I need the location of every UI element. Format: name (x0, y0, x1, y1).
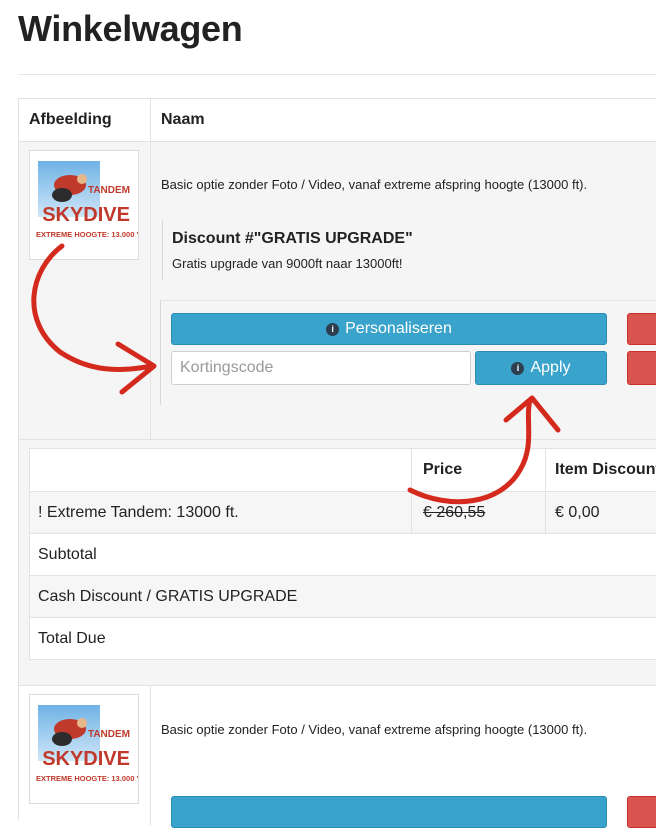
thumb-title: SKYDIVE (42, 748, 130, 770)
pricing-table: Price Item Discount ! Extreme Tandem: 13… (29, 448, 656, 660)
pricing-item-price: € 260,55 (423, 504, 486, 521)
subtotal-row: Subtotal (30, 534, 656, 576)
thumb-brand: TANDEM (88, 729, 130, 740)
pricing-section: Price Item Discount ! Extreme Tandem: 13… (19, 439, 656, 686)
discount-box: Discount #"GRATIS UPGRADE" Gratis upgrad… (162, 220, 656, 280)
cart-item-row: TANDEM SKYDIVE EXTREME HOOGTE: 13.000 ' … (19, 142, 656, 439)
cart-item-row: TANDEM SKYDIVE EXTREME HOOGTE: 13.000 ' … (19, 685, 656, 828)
info-icon: i (326, 322, 340, 336)
pricing-item-discount: € 0,00 (555, 504, 600, 521)
secondary-red-button[interactable] (627, 351, 656, 385)
thumb-brand: TANDEM (88, 185, 130, 196)
item-actions: i Personaliseren i Apply (160, 300, 656, 405)
apply-coupon-button[interactable]: i Apply (475, 351, 607, 385)
discount-title: Discount #"GRATIS UPGRADE" (172, 230, 413, 247)
total-due-label: Total Due (38, 630, 106, 647)
thumb-title: SKYDIVE (42, 204, 130, 226)
personalize-button[interactable] (171, 796, 607, 828)
subtotal-label: Subtotal (38, 546, 97, 563)
page-title: Winkelwagen (18, 8, 243, 49)
item-description: Basic optie zonder Foto / Video, vanaf e… (161, 177, 588, 192)
remove-button[interactable] (627, 313, 656, 345)
column-header-image: Afbeelding (29, 111, 112, 128)
pricing-header-row: Price Item Discount (30, 449, 656, 492)
cash-discount-label: Cash Discount / GRATIS UPGRADE (38, 588, 298, 605)
personalize-button[interactable]: i Personaliseren (171, 313, 607, 345)
discount-text: Gratis upgrade van 9000ft naar 13000ft! (172, 256, 403, 271)
remove-button[interactable] (627, 796, 656, 828)
personalize-label: Personaliseren (345, 320, 452, 337)
info-icon: i (511, 361, 525, 375)
item-description: Basic optie zonder Foto / Video, vanaf e… (161, 722, 588, 737)
product-thumbnail[interactable]: TANDEM SKYDIVE EXTREME HOOGTE: 13.000 ' (29, 694, 139, 804)
thumb-caption: EXTREME HOOGTE: 13.000 ' (36, 230, 138, 239)
pricing-header-price: Price (423, 461, 463, 478)
pricing-row: ! Extreme Tandem: 13000 ft. € 260,55 € 0… (30, 492, 656, 534)
apply-label: Apply (530, 359, 571, 376)
cart-table-header: Afbeelding Naam (19, 99, 656, 142)
cart-table: Afbeelding Naam TANDEM SKYDIVE EXTREME H… (18, 98, 656, 828)
product-thumbnail[interactable]: TANDEM SKYDIVE EXTREME HOOGTE: 13.000 ' (29, 150, 139, 260)
pricing-header-item-discount: Item Discount (555, 461, 656, 478)
pricing-item-name: ! Extreme Tandem: 13000 ft. (38, 504, 239, 521)
cash-discount-row: Cash Discount / GRATIS UPGRADE (30, 576, 656, 618)
thumb-caption: EXTREME HOOGTE: 13.000 ' (36, 774, 138, 783)
title-divider (18, 74, 656, 75)
coupon-code-input[interactable] (171, 351, 471, 385)
total-due-row: Total Due (30, 618, 656, 659)
column-header-name: Naam (161, 111, 205, 128)
